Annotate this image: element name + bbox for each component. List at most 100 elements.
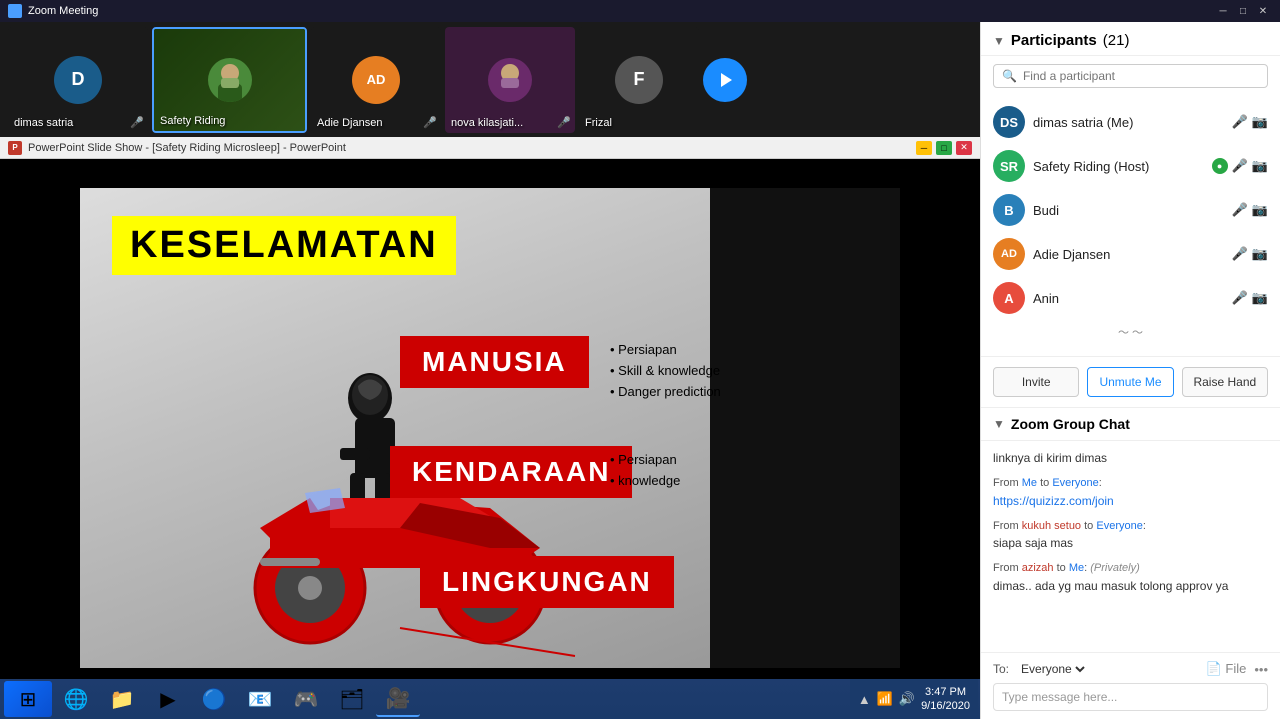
start-button[interactable]: ⊞ [4, 681, 52, 717]
tile-name-safety: Safety Riding [160, 115, 225, 127]
chat-section: ▼ Zoom Group Chat linknya di kirim dimas… [981, 407, 1280, 719]
ppt-minimize[interactable]: ─ [916, 141, 932, 155]
tile-name-frizal: Frizal [585, 117, 612, 129]
chat-to-select[interactable]: Everyone [1017, 661, 1088, 677]
participants-header: ▼ Participants (21) [981, 22, 1280, 56]
chat-from-line: From Me to Everyone: [993, 475, 1268, 492]
participant-icons: 🎤 📷 [1232, 246, 1268, 262]
avatar: B [993, 194, 1025, 226]
app-icon [8, 4, 22, 18]
list-item[interactable]: B Budi 🎤 📷 [981, 188, 1280, 232]
taskbar: ⊞ 🌐 📁 ▶ 🔵 📧 🎮 🗂 🎥 [0, 679, 980, 719]
taskbar-app-explorer[interactable]: 📁 [100, 681, 144, 717]
discord-icon: 🎮 [294, 687, 319, 712]
files-icon: 🗂 [339, 687, 364, 712]
cam-icon: 📷 [1252, 290, 1268, 306]
cam-icon: 📷 [1252, 246, 1268, 262]
list-item[interactable]: DS dimas satria (Me) 🎤 📷 [981, 100, 1280, 144]
ie-icon: 🌐 [64, 687, 89, 712]
mute-icon-adie: 🎤 [423, 116, 437, 129]
participant-name: Anin [1033, 291, 1224, 306]
participant-search-box[interactable]: 🔍 [993, 64, 1268, 88]
avatar-dimas: D [54, 56, 102, 104]
mic-icon: 🎤 [1232, 158, 1248, 174]
taskbar-app-outlook[interactable]: 📧 [238, 681, 282, 717]
maximize-button[interactable]: □ [1234, 4, 1252, 18]
bullets-kendaraan: • Persiapan • knowledge [610, 450, 680, 492]
title-bar: Zoom Meeting ─ □ ✕ [0, 0, 1280, 22]
taskbar-app-chrome[interactable]: 🔵 [192, 681, 236, 717]
mic-icon: 🎤 [1232, 202, 1248, 218]
chevron-icon[interactable]: ▼ [993, 34, 1005, 48]
chat-message: linknya di kirim dimas [993, 449, 1268, 467]
clock-time: 3:47 PM [921, 685, 970, 699]
tile-dimas[interactable]: D dimas satria 🎤 [8, 27, 148, 133]
ppt-window: P PowerPoint Slide Show - [Safety Riding… [0, 137, 980, 719]
cam-icon: 📷 [1252, 114, 1268, 130]
chat-chevron-icon[interactable]: ▼ [993, 417, 1005, 431]
tray-sound-icon[interactable]: 🔊 [899, 691, 915, 707]
taskbar-app-zoom[interactable]: 🎥 [376, 681, 420, 717]
tile-frizal[interactable]: F Frizal [579, 27, 699, 133]
participants-title: Participants [1011, 32, 1097, 49]
participant-icons: 🎤 📷 [1232, 290, 1268, 306]
mute-icon-dimas: 🎤 [130, 116, 144, 129]
participant-name: Adie Djansen [1033, 247, 1224, 262]
avatar: DS [993, 106, 1025, 138]
mic-icon: 🎤 [1232, 246, 1248, 262]
system-tray: ▲ 📶 🔊 3:47 PM 9/16/2020 [850, 679, 978, 719]
taskbar-app-files[interactable]: 🗂 [330, 681, 374, 717]
taskbar-app-discord[interactable]: 🎮 [284, 681, 328, 717]
chat-from-line: From azizah to Me: (Privately) [993, 560, 1268, 577]
taskbar-app-media[interactable]: ▶ [146, 681, 190, 717]
chat-body: siapa saja mas [993, 534, 1268, 552]
slide-label-lingkungan: LINGKUNGAN [420, 556, 674, 608]
list-item[interactable]: SR Safety Riding (Host) ● 🎤 📷 [981, 144, 1280, 188]
tile-name-adie: Adie Djansen [317, 117, 382, 129]
video-button[interactable] [703, 58, 747, 102]
participant-icons: ● 🎤 📷 [1212, 158, 1268, 174]
tray-arrow-icon[interactable]: ▲ [858, 692, 871, 707]
list-item[interactable]: A Anin 🎤 📷 [981, 276, 1280, 320]
system-clock[interactable]: 3:47 PM 9/16/2020 [921, 685, 970, 714]
taskbar-app-ie[interactable]: 🌐 [54, 681, 98, 717]
tile-safety[interactable]: Safety Riding [152, 27, 307, 133]
participant-icons: 🎤 📷 [1232, 114, 1268, 130]
chat-type-input[interactable]: Type message here... [993, 683, 1268, 711]
participant-name: Budi [1033, 203, 1224, 218]
ppt-window-title: PowerPoint Slide Show - [Safety Riding M… [28, 142, 346, 154]
tile-adie[interactable]: AD Adie Djansen 🎤 [311, 27, 441, 133]
chat-messages: linknya di kirim dimas From Me to Everyo… [981, 441, 1280, 652]
unmute-me-button[interactable]: Unmute Me [1087, 367, 1173, 397]
tile-nova[interactable]: nova kilasjati... 🎤 [445, 27, 575, 133]
tile-name-nova: nova kilasjati... [451, 117, 523, 129]
chat-header: ▼ Zoom Group Chat [981, 408, 1280, 441]
more-options-icon[interactable]: ••• [1254, 662, 1268, 677]
clock-date: 9/16/2020 [921, 699, 970, 713]
chat-link[interactable]: https://quizizz.com/join [993, 494, 1114, 508]
tray-network-icon[interactable]: 📶 [877, 691, 893, 707]
invite-button[interactable]: Invite [993, 367, 1079, 397]
cam-icon: 📷 [1252, 202, 1268, 218]
chat-body: https://quizizz.com/join [993, 492, 1268, 510]
close-button[interactable]: ✕ [1254, 4, 1272, 18]
ppt-close[interactable]: ✕ [956, 141, 972, 155]
participant-name: Safety Riding (Host) [1033, 159, 1204, 174]
search-input[interactable] [1023, 69, 1259, 83]
zoom-icon: 🎥 [386, 686, 411, 711]
participant-icons: 🎤 📷 [1232, 202, 1268, 218]
file-icon[interactable]: 📄 File [1206, 661, 1247, 677]
ppt-titlebar: P PowerPoint Slide Show - [Safety Riding… [0, 137, 980, 159]
chat-input-area: To: Everyone 📄 File ••• Type message her… [981, 652, 1280, 719]
chat-to-label: To: [993, 662, 1009, 676]
list-item[interactable]: AD Adie Djansen 🎤 📷 [981, 232, 1280, 276]
outlook-icon: 📧 [248, 687, 273, 712]
avatar-frizal: F [615, 56, 663, 104]
raise-hand-button[interactable]: Raise Hand [1182, 367, 1268, 397]
ppt-maximize[interactable]: □ [936, 141, 952, 155]
chat-to-row: To: Everyone 📄 File ••• [993, 661, 1268, 677]
participants-count: (21) [1103, 32, 1130, 49]
chat-message: From Me to Everyone: https://quizizz.com… [993, 475, 1268, 510]
minimize-button[interactable]: ─ [1214, 4, 1232, 18]
mic-icon: 🎤 [1232, 114, 1248, 130]
